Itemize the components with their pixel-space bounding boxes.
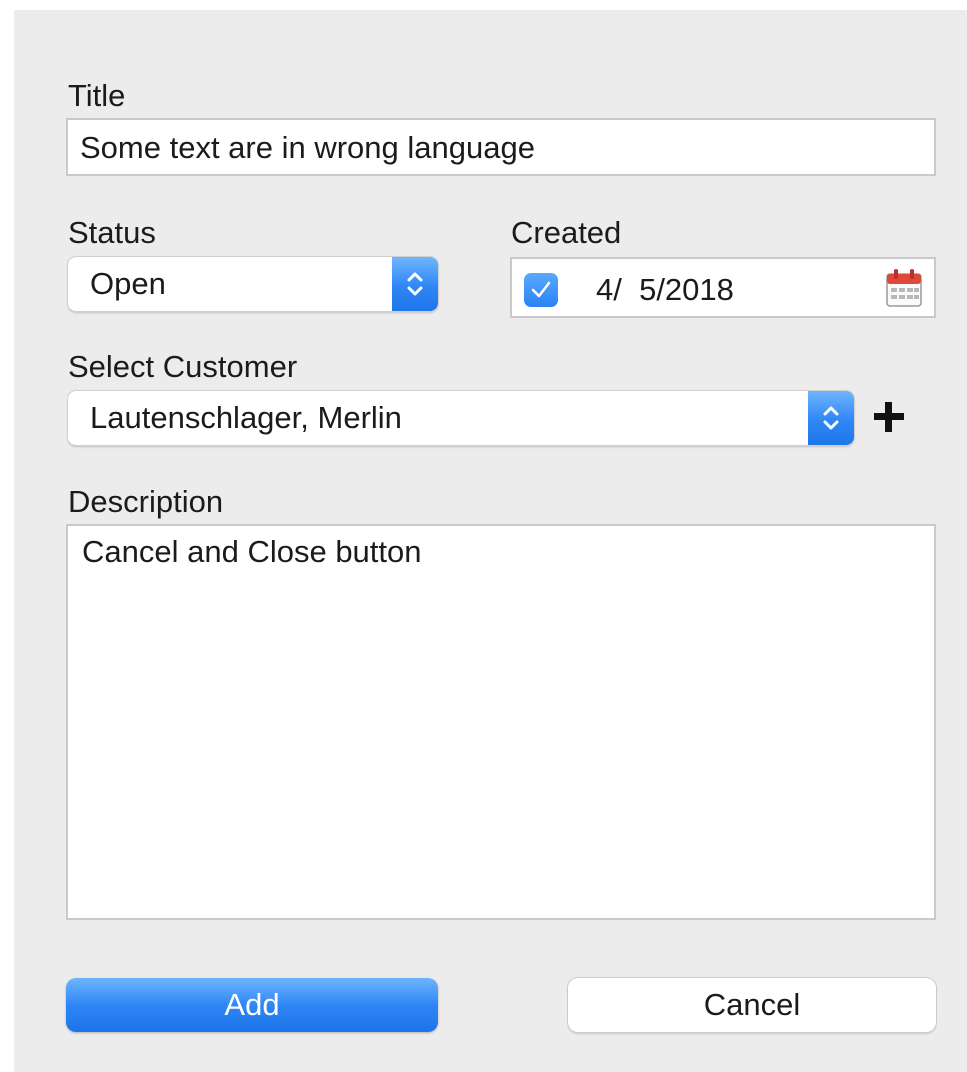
- up-down-chevron-icon: [407, 272, 423, 296]
- created-date-value[interactable]: 4/ 5/2018: [596, 272, 734, 308]
- customer-select-value: Lautenschlager, Merlin: [90, 400, 402, 435]
- cancel-button[interactable]: Cancel: [568, 978, 936, 1032]
- status-stepper[interactable]: [392, 257, 438, 311]
- created-label: Created: [511, 215, 622, 250]
- customer-stepper[interactable]: [808, 391, 854, 445]
- checkmark-icon: [531, 281, 551, 298]
- customer-label: Select Customer: [68, 349, 298, 384]
- description-textarea-value: Cancel and Close button: [82, 534, 422, 569]
- up-down-chevron-icon: [823, 406, 839, 430]
- description-label: Description: [68, 484, 224, 519]
- status-select-value: Open: [90, 266, 166, 301]
- created-checkbox[interactable]: [524, 273, 558, 307]
- add-customer-plus-icon[interactable]: [872, 400, 906, 434]
- add-button[interactable]: Add: [66, 978, 438, 1032]
- title-field-value: Some text are in wrong language: [80, 130, 535, 165]
- customer-select[interactable]: Lautenschlager, Merlin: [68, 391, 854, 445]
- calendar-icon[interactable]: [884, 267, 924, 309]
- description-textarea[interactable]: Cancel and Close button: [66, 524, 936, 920]
- status-label: Status: [68, 215, 156, 250]
- title-label: Title: [68, 78, 126, 113]
- created-date-picker[interactable]: 4/ 5/2018: [510, 257, 936, 318]
- title-field[interactable]: Some text are in wrong language: [66, 118, 936, 176]
- status-select[interactable]: Open: [68, 257, 438, 311]
